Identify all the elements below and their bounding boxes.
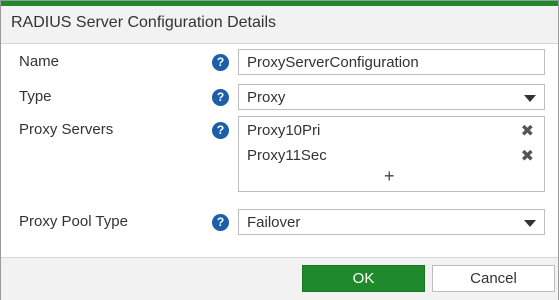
cancel-button[interactable]: Cancel — [432, 265, 555, 292]
remove-icon[interactable]: ✖ — [521, 146, 534, 166]
proxy-servers-label: Proxy Servers — [19, 121, 114, 138]
dialog-title: RADIUS Server Configuration Details — [11, 14, 276, 31]
add-icon[interactable]: + — [384, 166, 395, 187]
dropdown-caret-icon — [524, 220, 536, 227]
proxy-pool-type-value: Failover — [247, 214, 301, 231]
name-label: Name — [19, 53, 60, 70]
help-icon[interactable]: ? — [212, 122, 229, 139]
ok-button[interactable]: OK — [302, 265, 425, 292]
proxy-pool-type-label: Proxy Pool Type — [19, 213, 128, 230]
name-input[interactable]: ProxyServerConfiguration — [238, 49, 545, 75]
list-item: Proxy10Pri — [247, 122, 321, 139]
dropdown-caret-icon — [524, 95, 536, 102]
type-select[interactable]: Proxy — [238, 84, 545, 110]
type-select-value: Proxy — [247, 89, 286, 106]
type-label: Type — [19, 88, 52, 105]
name-input-value: ProxyServerConfiguration — [247, 54, 419, 71]
radius-config-dialog: RADIUS Server Configuration Details Name… — [0, 0, 559, 300]
list-item: Proxy11Sec — [247, 147, 327, 164]
help-icon[interactable]: ? — [212, 214, 229, 231]
dialog-header: RADIUS Server Configuration Details — [1, 6, 558, 44]
proxy-servers-list: Proxy10Pri ✖ Proxy11Sec ✖ + — [238, 116, 545, 192]
dialog-footer: OK Cancel — [1, 257, 558, 300]
help-icon[interactable]: ? — [212, 89, 229, 106]
help-icon[interactable]: ? — [212, 54, 229, 71]
proxy-pool-type-select[interactable]: Failover — [238, 209, 545, 235]
remove-icon[interactable]: ✖ — [521, 121, 534, 141]
